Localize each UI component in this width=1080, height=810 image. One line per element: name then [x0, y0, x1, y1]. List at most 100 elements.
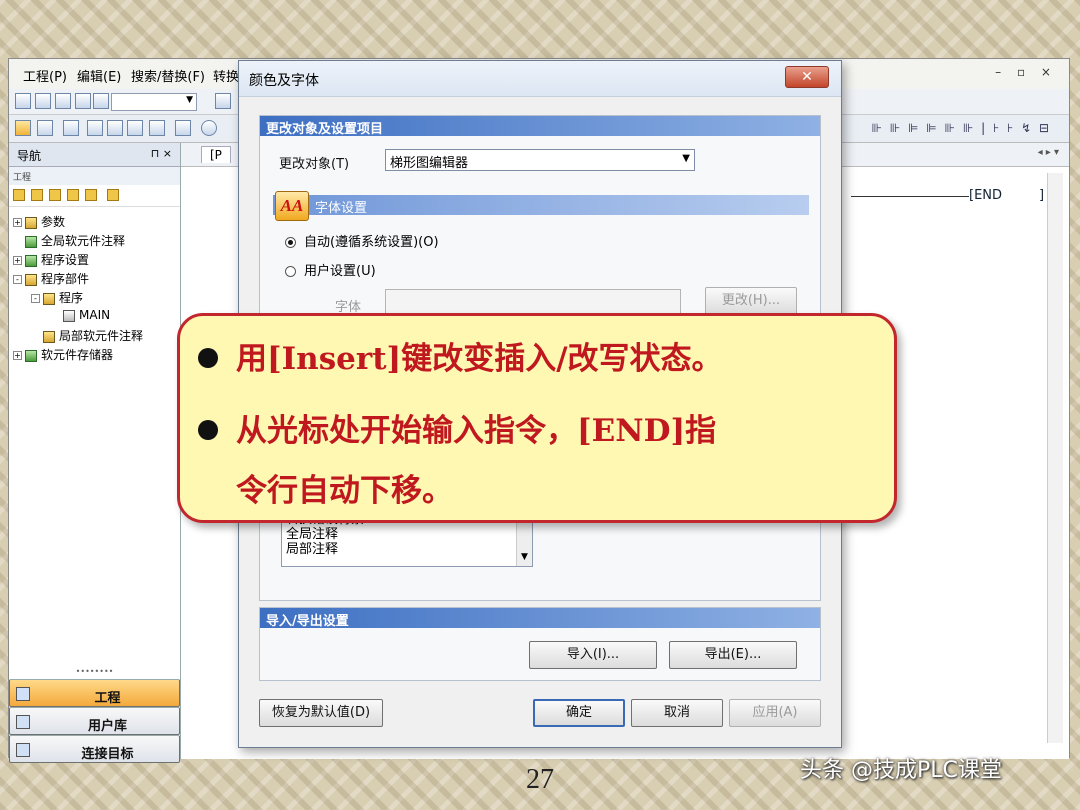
- toolbar-combo[interactable]: ▼: [111, 93, 197, 111]
- comment-icon: [25, 235, 37, 248]
- cut-icon[interactable]: [215, 93, 231, 109]
- nav-tab-project[interactable]: 工程: [9, 679, 180, 707]
- dialog-titlebar: 颜色及字体 ✕: [239, 61, 841, 97]
- expander-icon[interactable]: +: [13, 351, 22, 360]
- new-data-icon[interactable]: [13, 189, 25, 201]
- menu-edit[interactable]: 编辑(E): [77, 66, 121, 85]
- monitor-icon[interactable]: [87, 120, 103, 136]
- tree-item-local-comment[interactable]: 局部软元件注释: [43, 327, 143, 345]
- splitter-grip[interactable]: ••••••••: [9, 667, 180, 679]
- filter-icon[interactable]: [107, 189, 119, 201]
- section-import-export: 导入/导出设置: [260, 608, 820, 629]
- radio-selected-icon: [285, 237, 296, 248]
- nav-tab-connection[interactable]: 连接目标: [9, 735, 180, 763]
- comment-icon: [43, 330, 55, 343]
- nav-tab-user-library[interactable]: 用户库: [9, 707, 180, 735]
- folder-icon: [43, 292, 55, 305]
- editor-scrollbar[interactable]: [1047, 173, 1063, 743]
- expander-icon[interactable]: +: [13, 256, 22, 265]
- navigation-bottom-tabs: 工程 用户库 连接目标: [9, 679, 180, 763]
- end-instruction[interactable]: [END: [969, 188, 1002, 203]
- tools-icon[interactable]: [175, 120, 191, 136]
- end-bracket: ]: [1039, 188, 1045, 203]
- callout-bullet-2: 从光标处开始输入指令，[END]指: [198, 402, 716, 460]
- close-button[interactable]: ✕: [785, 66, 829, 88]
- property-icon[interactable]: [67, 189, 79, 201]
- tree-item-device-memory[interactable]: + 软元件存储器: [13, 346, 113, 364]
- callout-bullet-2-cont: 令行自动下移。: [236, 473, 453, 509]
- dropdown-arrow-icon: ▼: [682, 153, 690, 164]
- refresh-icon[interactable]: [85, 189, 97, 201]
- delete-icon[interactable]: [49, 189, 61, 201]
- list-item[interactable]: 局部注释: [286, 542, 528, 557]
- radio-user[interactable]: 用户设置(U): [285, 260, 376, 279]
- target-label: 更改对象(T): [279, 157, 350, 172]
- slide-page-number: 27: [526, 764, 554, 795]
- section-change-target: 更改对象及设置项目: [260, 116, 820, 137]
- expander-icon[interactable]: -: [13, 275, 22, 284]
- expander-icon[interactable]: -: [31, 294, 40, 303]
- ok-button[interactable]: 确定: [533, 699, 625, 727]
- export-button[interactable]: 导出(E)...: [669, 641, 797, 669]
- bullet-dot-icon: [198, 347, 218, 368]
- print-icon[interactable]: [75, 93, 91, 109]
- import-button[interactable]: 导入(I)...: [529, 641, 657, 669]
- navigation-subtitle: 工程: [9, 167, 180, 185]
- navigation-header: 导航 ⊓ ×: [9, 143, 180, 167]
- navigation-toolbar: [9, 185, 180, 207]
- parameter-icon: [25, 216, 37, 229]
- read-icon[interactable]: [127, 120, 143, 136]
- memory-icon: [25, 349, 37, 362]
- font-aa-icon: AA: [275, 191, 309, 221]
- navigation-title: 导航: [17, 149, 42, 163]
- editor-tab[interactable]: [P: [201, 146, 231, 163]
- cancel-button[interactable]: 取消: [631, 699, 723, 727]
- callout-bullet-1: 用[Insert]键改变插入/改写状态。: [198, 330, 723, 388]
- project-view-icon[interactable]: [15, 120, 31, 136]
- tree-item-program-settings[interactable]: + 程序设置: [13, 251, 89, 269]
- copy-icon[interactable]: [31, 189, 43, 201]
- tree-item-program-parts[interactable]: - 程序部件: [13, 270, 89, 288]
- program-file-icon: [63, 309, 75, 322]
- menu-search-replace[interactable]: 搜索/替换(F): [131, 66, 205, 85]
- write-icon[interactable]: [107, 120, 123, 136]
- font-settings-header: 字体设置: [273, 195, 809, 216]
- device-icon[interactable]: [149, 120, 165, 136]
- navigation-controls[interactable]: ⊓ ×: [151, 147, 172, 160]
- list-item[interactable]: 全局注释: [286, 527, 528, 542]
- tab-nav-arrows[interactable]: ◂ ▸ ▾: [1038, 147, 1059, 158]
- source-watermark: 头条 @技成PLC课堂: [800, 758, 1002, 783]
- preview-icon[interactable]: [93, 93, 109, 109]
- radio-empty-icon: [285, 266, 296, 277]
- new-file-icon[interactable]: [15, 93, 31, 109]
- tree-item-global-comment[interactable]: 全局软元件注释: [25, 232, 125, 250]
- tree-item-program[interactable]: - 程序: [31, 289, 83, 307]
- library-icon: [16, 715, 30, 729]
- settings-icon: [25, 254, 37, 267]
- open-folder-icon[interactable]: [35, 93, 51, 109]
- menu-project[interactable]: 工程(P): [23, 66, 67, 85]
- tree-item-main[interactable]: MAIN: [63, 308, 110, 326]
- connection-icon: [16, 743, 30, 757]
- reset-default-button[interactable]: 恢复为默认值(D): [259, 699, 383, 727]
- rung-line: [851, 196, 969, 197]
- expander-icon[interactable]: +: [13, 218, 22, 227]
- apply-button: 应用(A): [729, 699, 821, 727]
- tree-item-parameter[interactable]: + 参数: [13, 213, 65, 231]
- target-select[interactable]: 梯形图编辑器 ▼: [385, 149, 695, 171]
- save-icon[interactable]: [55, 93, 71, 109]
- dialog-title: 颜色及字体: [249, 73, 319, 89]
- menu-convert[interactable]: 转换: [213, 66, 239, 85]
- bullet-dot-icon: [198, 419, 218, 440]
- help-icon[interactable]: [201, 120, 217, 136]
- folder-icon: [25, 273, 37, 286]
- change-font-button: 更改(H)...: [705, 287, 797, 315]
- navigation-panel: 导航 ⊓ × 工程 + 参数 全局软元件注释 + 程序设置 - 程序部件 - 程序 MA…: [9, 143, 181, 763]
- window-controls[interactable]: – ▫ ×: [995, 65, 1057, 79]
- ladder-symbol-toolbar[interactable]: ⊪ ⊪ ⊫ ⊫ ⊪ ⊪ | ⊦ ⊦ ↯ ⊟: [871, 121, 1051, 135]
- project-icon: [16, 687, 30, 701]
- radio-auto[interactable]: 自动(遵循系统设置)(O): [285, 231, 439, 250]
- navigation-icon[interactable]: [37, 120, 53, 136]
- window-icon[interactable]: [63, 120, 79, 136]
- instruction-callout: 用[Insert]键改变插入/改写状态。 从光标处开始输入指令，[END]指 令…: [177, 313, 897, 523]
